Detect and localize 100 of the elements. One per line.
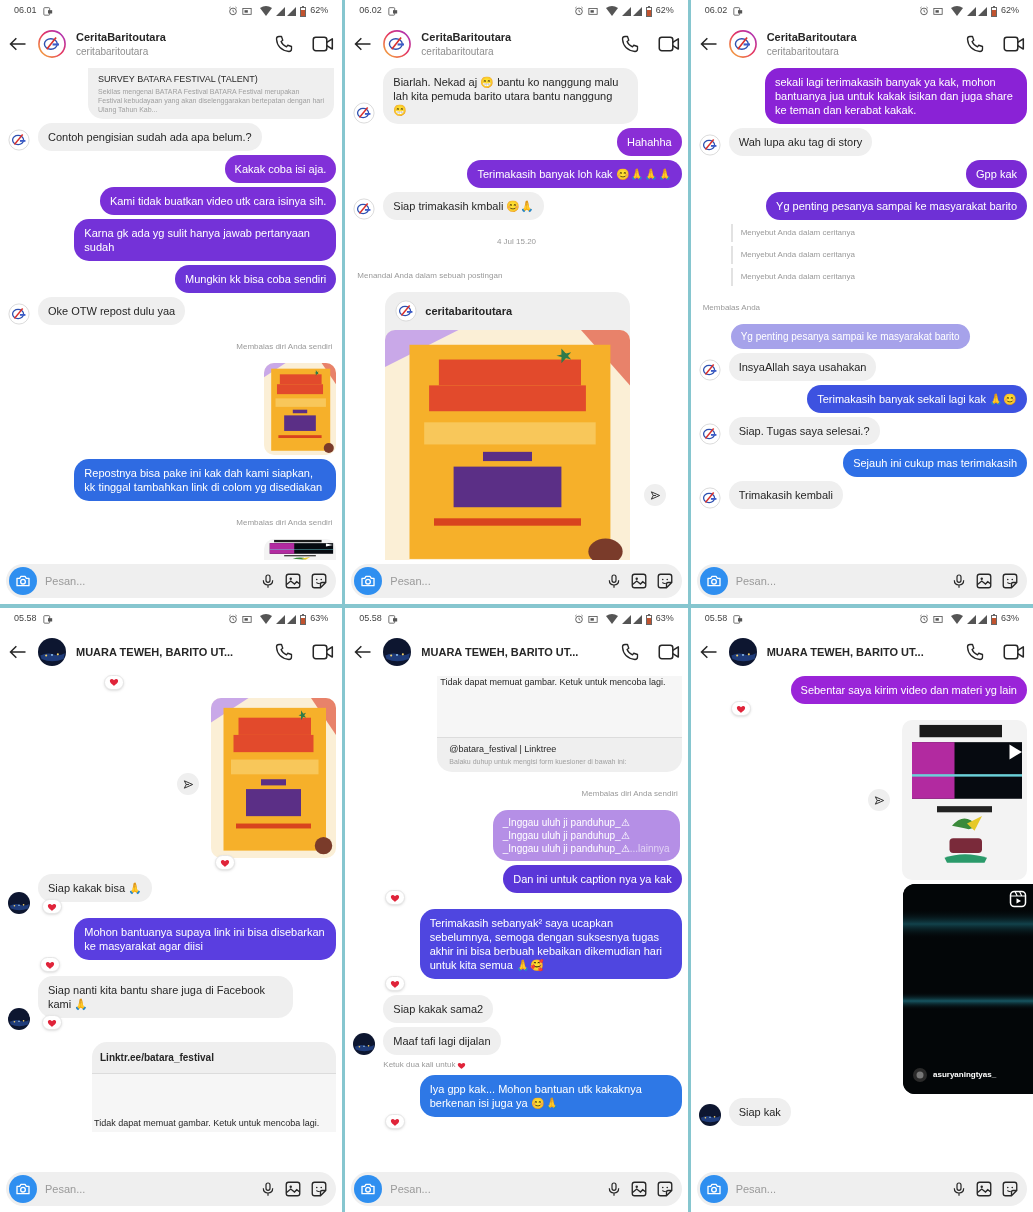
- outgoing-message: Kakak coba isi aja.: [224, 154, 337, 183]
- outgoing-message: Terimakasih banyak loh kak 😊🙏🙏🙏: [467, 160, 682, 188]
- wifi-icon: [951, 6, 963, 16]
- notification-icon: [733, 6, 744, 16]
- post-username: ceritabaritoutara: [425, 303, 513, 319]
- wifi-icon: [260, 614, 273, 624]
- cast-icon: [587, 614, 598, 624]
- camera-button[interactable]: [699, 1175, 728, 1203]
- tagged-post[interactable]: ceritabaritoutara: [385, 292, 631, 560]
- outgoing-message: Mohon bantuanya supaya link ini bisa disebarkan ke masyarakat agar diisi: [74, 918, 337, 960]
- phone-icon: [619, 642, 640, 662]
- voice-call-button[interactable]: [274, 34, 295, 54]
- video-camera-icon: [1003, 642, 1025, 662]
- sticker-icon: [1001, 572, 1019, 590]
- heart-icon: [45, 959, 55, 970]
- notification-icon: [733, 614, 744, 624]
- outgoing-message: Terimakasih banyak sekali lagi kak 🙏😊: [807, 385, 1027, 413]
- voice-call-button[interactable]: [965, 34, 985, 54]
- video-call-button[interactable]: [1003, 642, 1025, 662]
- wifi-icon: [605, 614, 618, 624]
- heart-icon: [457, 1060, 467, 1070]
- status-time: 05.58: [359, 612, 382, 626]
- incoming-message: Wah lupa aku tag di story: [728, 128, 873, 156]
- chat-title: CeritaBaritoutara: [421, 29, 512, 45]
- double-tap-hint: Ketuk dua kali untuk: [383, 1059, 456, 1071]
- cast-icon: [587, 6, 598, 16]
- outgoing-message: Gpp kak: [966, 160, 1027, 188]
- camera-icon: [705, 573, 722, 589]
- phone-icon: [965, 642, 985, 662]
- phone-icon: [619, 34, 640, 54]
- chat-username: ceritabaritoutara: [76, 45, 150, 60]
- outgoing-message: Repostnya bisa pake ini kak dah kami siapkan, kk tinggal tambahkan link di colom yg disediakan: [74, 458, 337, 501]
- gallery-icon: [284, 572, 303, 590]
- video-camera-icon: [312, 34, 335, 54]
- microphone-icon: [951, 572, 967, 590]
- gallery-icon: [975, 572, 993, 590]
- message-field[interactable]: Pesan...: [6, 1172, 337, 1206]
- share-button[interactable]: [644, 484, 667, 506]
- message-field[interactable]: Pesan...: [351, 1172, 682, 1206]
- notification-icon: [42, 614, 53, 624]
- message-field[interactable]: Pesan...: [6, 564, 337, 598]
- gallery-icon: [975, 1180, 993, 1198]
- video-camera-icon: [1003, 34, 1025, 54]
- outgoing-message: Karna gk ada yg sulit hanya jawab pertanyaan sudah: [74, 218, 337, 261]
- video-camera-icon: [657, 34, 680, 54]
- camera-button[interactable]: [354, 1175, 383, 1203]
- story-mention: Menyebut Anda dalam ceritanya: [730, 268, 1033, 286]
- outgoing-message: Sebentar saya kirim video dan materi yg lain: [790, 676, 1027, 704]
- message-field[interactable]: Pesan...: [696, 564, 1027, 598]
- chat-title: MUARA TEWEH, BARITO UT...: [766, 644, 924, 660]
- avatar: [395, 300, 418, 322]
- wifi-icon: [605, 6, 618, 16]
- wifi-icon: [951, 614, 963, 624]
- link-preview-card[interactable]: Linktr.ee/batara_festival Tidak dapat memuat gambar. Ketuk untuk mencoba lagi.: [92, 1042, 337, 1132]
- phone-icon: [274, 642, 295, 662]
- battery-level: 63%: [310, 612, 329, 626]
- video-call-button[interactable]: [1003, 34, 1025, 54]
- voice-call-button[interactable]: [274, 642, 295, 662]
- quoted-message: _Inggau uluh ji panduhup_⚠ _Inggau uluh ji panduhup_⚠ _Inggau uluh ji panduhup_⚠...lainnya: [492, 810, 680, 861]
- microphone-icon: [951, 1180, 967, 1198]
- video-call-button[interactable]: [657, 34, 680, 54]
- camera-button[interactable]: [9, 567, 37, 595]
- battery-icon: [991, 5, 997, 17]
- battery-icon: [991, 613, 997, 625]
- battery-level: 62%: [655, 4, 674, 18]
- voice-call-button[interactable]: [619, 642, 640, 662]
- video-call-button[interactable]: [312, 34, 335, 54]
- signal-icon: [621, 614, 642, 624]
- message-note: Menandai Anda dalam sebuah postingan: [357, 271, 503, 280]
- video-call-button[interactable]: [312, 642, 335, 662]
- voice-call-button[interactable]: [619, 34, 640, 54]
- share-button[interactable]: [868, 789, 890, 811]
- message-note: Membalas diri Anda sendiri: [236, 517, 333, 527]
- video-call-button[interactable]: [657, 642, 680, 662]
- signal-icon: [967, 6, 987, 16]
- outgoing-message: Terimakasih sebanyak² saya ucapkan sebelumnya, semoga dengan suksesnya tugas akhir ini bisa berbuah kebaikan dikemudian hari untuk kita semua 🙏🥰: [419, 909, 682, 979]
- heart-icon: [47, 1017, 57, 1028]
- notification-icon: [387, 6, 398, 16]
- phone-icon: [274, 34, 295, 54]
- share-button[interactable]: [177, 773, 200, 795]
- reel-video[interactable]: asuryaningtyas_: [903, 884, 1033, 1094]
- camera-button[interactable]: [354, 567, 383, 595]
- incoming-message: Siap nanti kita bantu share juga di Facebook kami 🙏: [38, 976, 293, 1018]
- battery-icon: [645, 5, 652, 17]
- avatar: [38, 30, 66, 58]
- signal-icon: [276, 6, 297, 16]
- camera-button[interactable]: [699, 567, 728, 595]
- camera-button[interactable]: [9, 1175, 37, 1203]
- outgoing-message: Kami tidak buatkan video utk cara isinya sih.: [99, 186, 337, 215]
- cast-icon: [242, 6, 253, 16]
- voice-call-button[interactable]: [965, 642, 985, 662]
- heart-icon: [735, 703, 746, 714]
- message-field[interactable]: Pesan...: [696, 1172, 1027, 1206]
- camera-icon: [15, 573, 31, 589]
- camera-icon: [15, 1181, 31, 1197]
- message-field[interactable]: Pesan...: [351, 564, 682, 598]
- incoming-message: InsyaAllah saya usahakan: [728, 353, 877, 381]
- status-time: 06.02: [359, 4, 382, 18]
- battery-icon: [300, 613, 307, 625]
- outgoing-message: Iya gpp kak... Mohon bantuan utk kakaknya berkenan isi juga ya 😊🙏: [419, 1075, 682, 1117]
